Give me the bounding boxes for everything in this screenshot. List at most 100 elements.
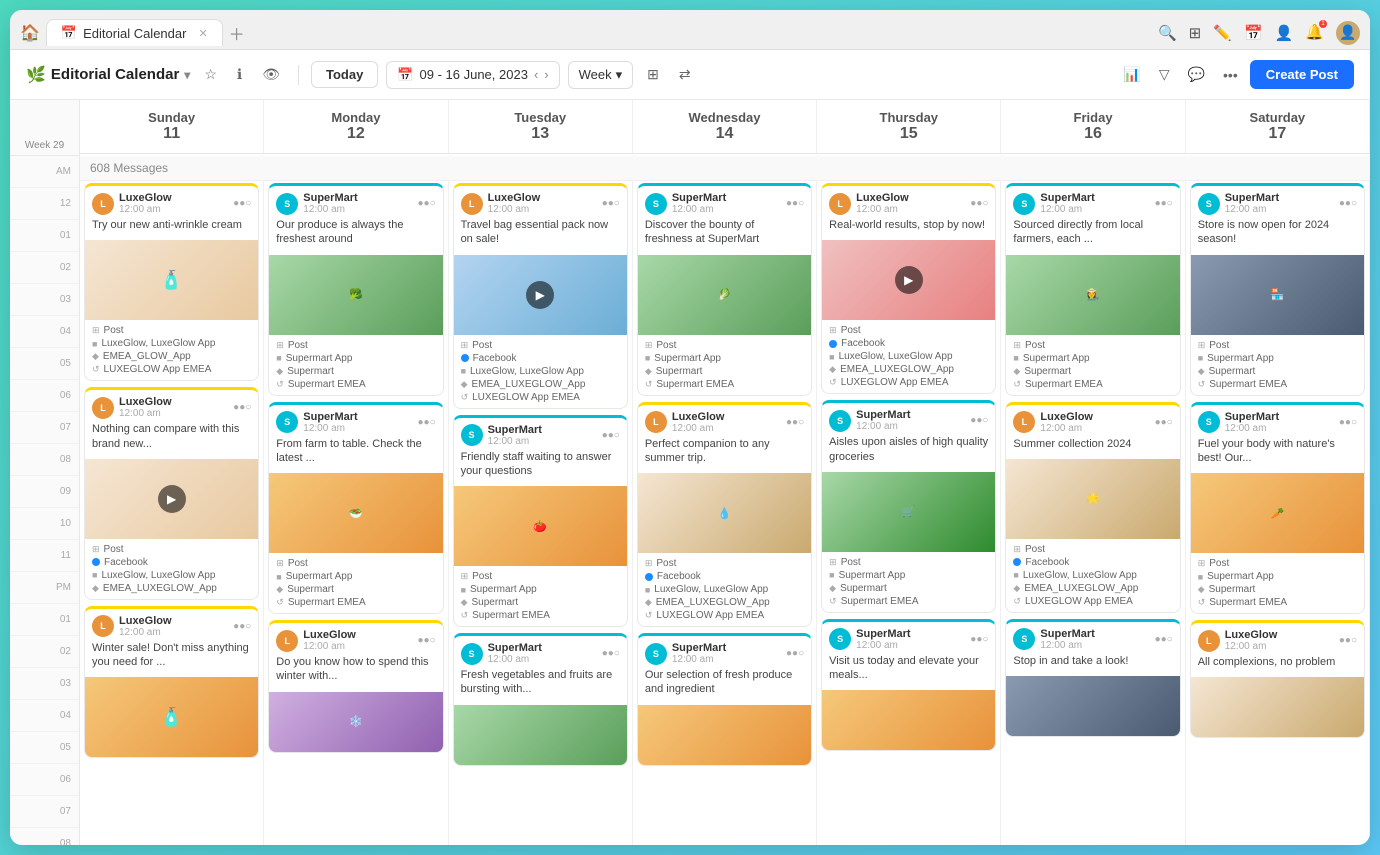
brand-name: SuperMart — [303, 411, 357, 423]
play-button[interactable]: ▶ — [526, 281, 554, 309]
brand-time: 12:00 am — [856, 421, 910, 432]
post-card[interactable]: L LuxeGlow 12:00 am ●●○ Do you know how … — [268, 620, 443, 753]
new-tab-button[interactable]: ＋ — [229, 21, 245, 45]
brand-name: SuperMart — [488, 642, 542, 654]
channel: EMEA_GLOW_App — [103, 351, 191, 362]
day-header-thursday: Thursday 15 — [817, 100, 1001, 153]
post-card[interactable]: S SuperMart 12:00 am ●●○ Store is now op… — [1190, 183, 1365, 396]
active-tab[interactable]: 📅 Editorial Calendar ✕ — [46, 19, 223, 46]
play-button[interactable]: ▶ — [895, 266, 923, 294]
toolbar: 🌿 Editorial Calendar ▾ ☆ ℹ 👁 Today 📅 09 … — [10, 50, 1370, 100]
brand-avatar: L — [92, 615, 114, 637]
messages-count: 608 Messages — [90, 161, 168, 175]
post-card[interactable]: S SuperMart 12:00 am ●●○ Friendly staff … — [453, 415, 628, 628]
post-card[interactable]: S SuperMart 12:00 am ●●○ Discover the bo… — [637, 183, 812, 396]
post-card[interactable]: S SuperMart 12:00 am ●●○ Fresh vegetable… — [453, 633, 628, 766]
wednesday-column: S SuperMart 12:00 am ●●○ Discover the bo… — [633, 179, 817, 845]
brand-name: LuxeGlow — [119, 192, 172, 204]
post-image: ▶ — [454, 255, 627, 335]
post-image — [638, 705, 811, 765]
post-card[interactable]: S SuperMart 12:00 am ●●○ Sourced directl… — [1005, 183, 1180, 396]
today-button[interactable]: Today — [311, 61, 378, 88]
post-card[interactable]: L LuxeGlow 12:00 am ●●○ All complexions,… — [1190, 620, 1365, 738]
channel: LuxeGlow, LuxeGlow App — [470, 366, 584, 377]
channel: EMEA_LUXEGLOW_App — [471, 379, 585, 390]
brand-icons: ●●○ — [1155, 198, 1173, 209]
day-name: Wednesday — [637, 110, 812, 125]
post-card[interactable]: L LuxeGlow 12:00 am ●●○ Nothing can comp… — [84, 387, 259, 600]
search-icon[interactable]: 🔍 — [1158, 24, 1177, 42]
post-card[interactable]: L LuxeGlow 12:00 am ●●○ Try our new anti… — [84, 183, 259, 381]
week-view-select[interactable]: Week ▾ — [568, 61, 634, 89]
brand-name: LuxeGlow — [119, 396, 172, 408]
filter-adjust-button[interactable]: ⇄ — [673, 62, 697, 87]
post-card[interactable]: S SuperMart 12:00 am ●●○ From farm to ta… — [268, 402, 443, 615]
time-03am: 03 — [10, 284, 79, 316]
message-button[interactable]: 💬 — [1182, 62, 1211, 87]
post-text: Fresh vegetables and fruits are bursting… — [461, 668, 620, 697]
notification-bell[interactable]: 🔔 1 — [1305, 23, 1324, 42]
post-card[interactable]: L LuxeGlow 12:00 am ●●○ Travel bag essen… — [453, 183, 628, 409]
post-meta: ⊞ Post ■ Supermart App ◆ Supermart ↺ Sup… — [269, 335, 442, 395]
post-card[interactable]: S SuperMart 12:00 am ●●○ Aisles upon ais… — [821, 400, 996, 613]
brand-name: SuperMart — [856, 628, 910, 640]
brand-avatar: L — [1013, 411, 1035, 433]
home-icon[interactable]: 🏠 — [20, 23, 40, 43]
tab-title: Editorial Calendar — [83, 26, 186, 41]
brand-info: LuxeGlow 12:00 am — [119, 192, 172, 215]
brand-icons: ●●○ — [602, 430, 620, 441]
post-card[interactable]: L LuxeGlow 12:00 am ●●○ Real-world resul… — [821, 183, 996, 394]
prev-week-button[interactable]: ‹ — [534, 67, 538, 82]
post-meta: ⊞ Post ■ Supermart App ◆ Supermart ↺ Sup… — [454, 566, 627, 626]
post-image: ▶ — [85, 459, 258, 539]
time-02am: 02 — [10, 252, 79, 284]
post-card[interactable]: L LuxeGlow 12:00 am ●●○ Summer collectio… — [1005, 402, 1180, 613]
eye-button[interactable]: 👁 — [256, 62, 286, 87]
post-meta: ⊞ Post Facebook ■ LuxeGlow, LuxeGlow App… — [85, 539, 258, 599]
user-avatar[interactable]: 👤 — [1336, 21, 1360, 45]
person-add-icon[interactable]: 👤 — [1275, 24, 1294, 42]
tab-favicon: 📅 — [61, 25, 77, 41]
play-button[interactable]: ▶ — [158, 485, 186, 513]
post-text: Sourced directly from local farmers, eac… — [1013, 218, 1172, 247]
info-button[interactable]: ℹ — [231, 62, 248, 87]
post-image: 🥦 — [269, 255, 442, 335]
grid-body: L LuxeGlow 12:00 am ●●○ Try our new anti… — [80, 179, 1370, 845]
brand-name: SuperMart — [303, 192, 357, 204]
next-week-button[interactable]: › — [544, 67, 548, 82]
channel: Supermart App — [1207, 353, 1274, 364]
post-card[interactable]: L LuxeGlow 12:00 am ●●○ Winter sale! Don… — [84, 606, 259, 759]
chevron-down-icon: ▾ — [616, 67, 623, 83]
brand-avatar: L — [645, 411, 667, 433]
layout-button[interactable]: ⊞ — [641, 62, 665, 87]
analytics-button[interactable]: 📊 — [1117, 62, 1146, 87]
channel: EMEA_LUXEGLOW_App — [1024, 583, 1138, 594]
post-card[interactable]: S SuperMart 12:00 am ●●○ Fuel your body … — [1190, 402, 1365, 615]
more-options-button[interactable]: ••• — [1217, 63, 1244, 87]
brand-icons: ●●○ — [417, 635, 435, 646]
post-card[interactable]: S SuperMart 12:00 am ●●○ Visit us today … — [821, 619, 996, 752]
post-meta: ⊞ Post ■ Supermart App ◆ Supermart ↺ Sup… — [638, 335, 811, 395]
close-icon[interactable]: ✕ — [198, 27, 207, 40]
star-button[interactable]: ☆ — [198, 62, 223, 87]
post-image — [454, 705, 627, 765]
post-card[interactable]: L LuxeGlow 12:00 am ●●○ Perfect companio… — [637, 402, 812, 628]
time-04pm: 04 — [10, 700, 79, 732]
grid-icon[interactable]: ⊞ — [1189, 24, 1202, 42]
post-image: 🧴 — [85, 677, 258, 757]
create-post-button[interactable]: Create Post — [1250, 60, 1354, 89]
brand-icons: ●●○ — [602, 648, 620, 659]
edit-icon[interactable]: ✏️ — [1213, 24, 1232, 42]
post-card[interactable]: S SuperMart 12:00 am ●●○ Our selection o… — [637, 633, 812, 766]
calendar-icon[interactable]: 📅 — [1244, 24, 1263, 42]
brand-icons: ●●○ — [786, 417, 804, 428]
post-type: Post — [841, 557, 861, 568]
filter-button[interactable]: ▽ — [1153, 62, 1176, 87]
post-card[interactable]: S SuperMart 12:00 am ●●○ Our produce is … — [268, 183, 443, 396]
post-card[interactable]: S SuperMart 12:00 am ●●○ Stop in and tak… — [1005, 619, 1180, 737]
channel: LuxeGlow, LuxeGlow App — [1023, 570, 1137, 581]
tab-bar: 🏠 📅 Editorial Calendar ✕ ＋ 🔍 ⊞ ✏️ 📅 👤 🔔 … — [10, 10, 1370, 50]
brand-name: SuperMart — [1040, 628, 1094, 640]
chevron-down-icon[interactable]: ▾ — [184, 68, 190, 82]
brand-avatar: S — [645, 193, 667, 215]
